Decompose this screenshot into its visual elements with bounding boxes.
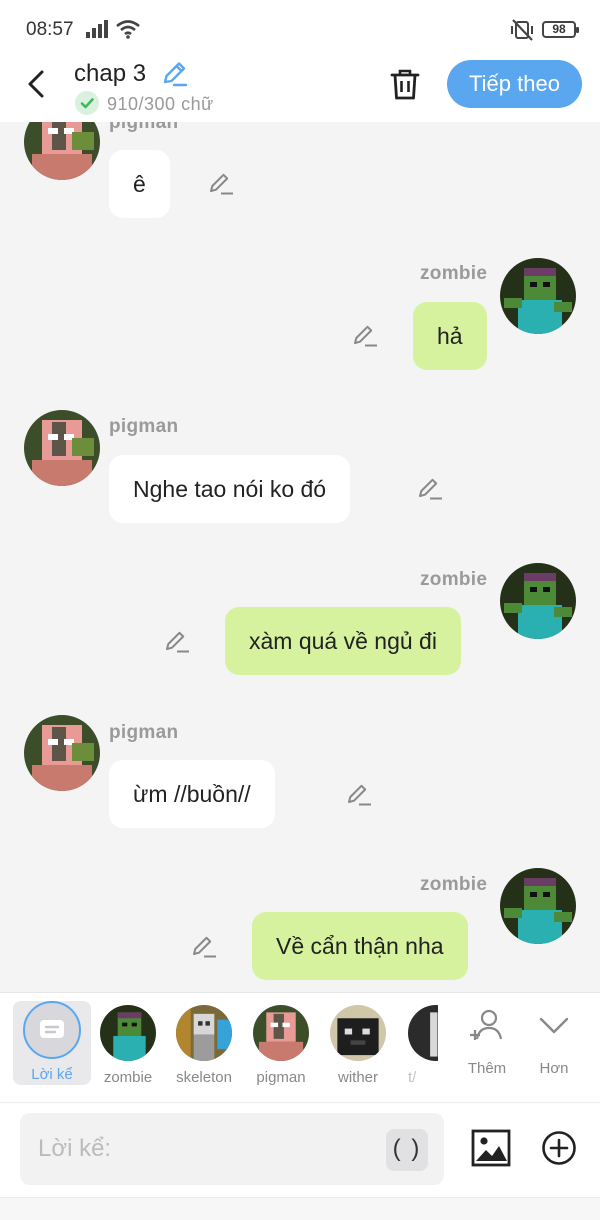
- speaker-name: zombie: [420, 263, 488, 284]
- trash-icon[interactable]: [388, 66, 422, 102]
- message-bubble[interactable]: hả: [413, 302, 487, 370]
- character-skeleton[interactable]: skeleton: [167, 1003, 241, 1086]
- character-wither[interactable]: wither: [321, 1003, 395, 1086]
- message-bubble[interactable]: ê: [109, 150, 170, 218]
- avatar-zombie[interactable]: [500, 563, 576, 639]
- character-label: Lời kể: [31, 1066, 73, 1083]
- edit-message-icon[interactable]: [191, 933, 217, 959]
- message-bubble[interactable]: ừm //buồn//: [109, 760, 275, 828]
- edit-message-icon[interactable]: [208, 170, 234, 196]
- avatar-pigman[interactable]: [24, 122, 100, 180]
- back-arrow-icon[interactable]: [22, 66, 54, 102]
- avatar-wither: [330, 1005, 386, 1061]
- character-label: t/: [408, 1069, 417, 1086]
- add-label: Thêm: [467, 1060, 507, 1077]
- speaker-name: pigman: [109, 416, 179, 437]
- character-label: zombie: [103, 1069, 153, 1086]
- character-zombie[interactable]: zombie: [91, 1003, 165, 1086]
- message-bubble[interactable]: xàm quá về ngủ đi: [225, 607, 461, 675]
- chat-area: pigman ê zombie hả pigman Nghe tao nói k…: [0, 122, 600, 992]
- edit-message-icon[interactable]: [417, 475, 443, 501]
- narrator-icon: [23, 1001, 81, 1059]
- avatar-pigman: [253, 1005, 309, 1061]
- add-person-icon: [470, 1009, 503, 1040]
- vibrate-mute-icon: [511, 19, 533, 41]
- character-label: wither: [337, 1069, 378, 1086]
- avatar-skeleton: [176, 1005, 232, 1061]
- character-narrator[interactable]: Lời kể: [13, 1001, 91, 1085]
- speaker-name: pigman: [109, 122, 179, 133]
- signal-icon: [86, 20, 108, 38]
- avatar-zombie: [100, 1005, 156, 1061]
- message-bubble[interactable]: Nghe tao nói ko đó: [109, 455, 351, 523]
- speaker-name: zombie: [420, 874, 488, 895]
- status-bar: 08:57 98: [0, 0, 600, 58]
- status-time: 08:57: [26, 19, 74, 40]
- edit-message-icon[interactable]: [346, 781, 372, 807]
- chapter-title: chap 3: [74, 60, 147, 87]
- wifi-icon: [116, 20, 140, 39]
- edit-message-icon[interactable]: [164, 628, 190, 654]
- character-label: skeleton: [176, 1069, 232, 1086]
- battery-icon: 98: [542, 21, 579, 38]
- avatar-pigman[interactable]: [24, 410, 100, 486]
- edit-title-icon[interactable]: [160, 60, 188, 88]
- character-label: pigman: [256, 1069, 306, 1086]
- avatar-zombie[interactable]: [500, 258, 576, 334]
- next-button[interactable]: Tiếp theo: [447, 60, 582, 108]
- message-bubble[interactable]: Về cẩn thận nha: [252, 912, 468, 980]
- edit-message-icon[interactable]: [352, 322, 378, 348]
- avatar-partial: [408, 1005, 438, 1061]
- more-label: Hơn: [539, 1060, 569, 1077]
- word-count: 910/300 chữ: [107, 94, 214, 114]
- parenthesis-button[interactable]: ( ): [386, 1129, 428, 1171]
- speaker-name: pigman: [109, 722, 179, 743]
- add-circle-icon[interactable]: [541, 1130, 577, 1166]
- speaker-name: zombie: [420, 569, 488, 590]
- add-character-button[interactable]: Thêm: [457, 1005, 517, 1077]
- app-header: chap 3 910/300 chữ Tiếp theo: [0, 58, 600, 122]
- composer: ( ): [0, 1102, 600, 1220]
- bottom-inset: [0, 1197, 600, 1220]
- character-pigman[interactable]: pigman: [244, 1003, 318, 1086]
- character-selector: Lời kể zombie skeleton pigman wither t/: [0, 992, 600, 1102]
- narration-input[interactable]: [20, 1113, 444, 1185]
- image-icon[interactable]: [471, 1129, 511, 1167]
- avatar-pigman[interactable]: [24, 715, 100, 791]
- character-partial[interactable]: t/: [398, 1003, 438, 1086]
- chevron-down-icon: [539, 1017, 569, 1034]
- avatar-zombie[interactable]: [500, 868, 576, 944]
- more-button[interactable]: Hơn: [524, 1005, 584, 1077]
- check-icon: [75, 91, 99, 115]
